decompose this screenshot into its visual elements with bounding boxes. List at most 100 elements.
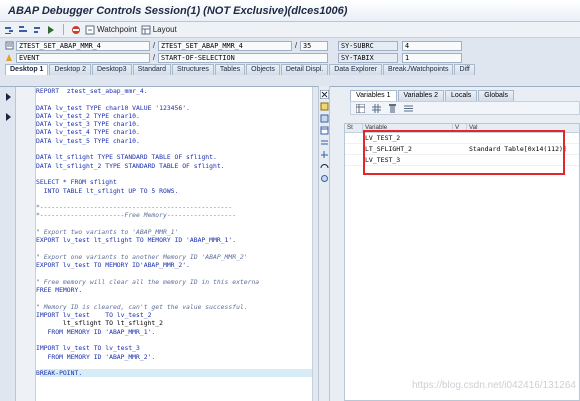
code-line[interactable]: 3DATA lv_test TYPE char10 VALUE '123456'… xyxy=(36,104,318,112)
code-line[interactable]: 11 xyxy=(40,170,318,178)
maximize-icon[interactable] xyxy=(320,126,329,135)
settings-icon[interactable] xyxy=(320,174,329,183)
variable-name: LV_TEST_2 xyxy=(365,134,401,142)
code-line[interactable]: 16*----------------------Free Memory----… xyxy=(36,211,318,219)
tab-structures[interactable]: Structures xyxy=(172,64,214,75)
variable-name: LV_TEST_3 xyxy=(365,156,401,164)
slash-separator: / xyxy=(152,53,156,62)
code-editor[interactable]: 1REPORT ztest_set_abap_mmr_4.23DATA lv_t… xyxy=(36,87,318,401)
swap-tool-icon[interactable] xyxy=(320,138,329,147)
code-line[interactable]: 15*-------------------------------------… xyxy=(36,203,318,211)
code-line[interactable]: 25FREE MEMORY. xyxy=(36,286,318,294)
variables-pane: Variables 1 Variables 2 Locals Globals S… xyxy=(330,86,580,401)
code-line[interactable]: 5DATA lv_test_3 TYPE char10. xyxy=(36,120,318,128)
code-line[interactable]: 28IMPORT lv_test TO lv_test_2 xyxy=(36,311,318,319)
code-line[interactable]: 17 xyxy=(40,220,318,228)
tab-variables-2[interactable]: Variables 2 xyxy=(397,90,445,101)
code-line[interactable]: 4DATA lv_test_2 TYPE char10. xyxy=(36,112,318,120)
stop-icon[interactable] xyxy=(71,25,81,35)
new-tool-icon[interactable] xyxy=(320,102,329,111)
tab-locals[interactable]: Locals xyxy=(445,90,478,101)
code-text: DATA lv_test TYPE char10 VALUE '123456'. xyxy=(36,103,190,112)
delete-icon[interactable] xyxy=(387,103,397,113)
code-line[interactable]: 35BREAK-POINT. xyxy=(36,369,318,378)
grid-icon[interactable] xyxy=(371,103,381,113)
code-line[interactable]: 7DATA lv_test_5 TYPE char10. xyxy=(36,137,318,145)
tab-objects[interactable]: Objects xyxy=(246,64,280,75)
event-type-field[interactable]: EVENT xyxy=(16,52,150,63)
code-line[interactable]: 29 lt_sflight TO lt_sflight_2 xyxy=(40,319,318,327)
code-line[interactable]: 21" Export one variants to another Memor… xyxy=(36,253,318,261)
code-line[interactable]: 13 INTO TABLE lt_sflight UP TO 5 ROWS. xyxy=(40,187,318,195)
code-line[interactable]: 19EXPORT lv_test lt_sflight TO MEMORY ID… xyxy=(36,236,318,244)
table-row[interactable]: LT_SFLIGHT_2 Standard Table[0x14(112)] xyxy=(345,144,579,155)
tab-standard[interactable]: Standard xyxy=(132,64,171,75)
tab-break-watchpoints[interactable]: Break./Watchpoints xyxy=(383,64,454,75)
layout-icon xyxy=(141,25,151,35)
main-program-field[interactable]: ZTEST_SET_ABAP_MMR_4 xyxy=(16,40,150,51)
close-tool-icon[interactable] xyxy=(319,89,329,100)
code-line[interactable]: 23 xyxy=(40,270,318,278)
code-line[interactable]: 2 xyxy=(40,95,318,103)
code-line[interactable]: 8 xyxy=(40,145,318,153)
replace-tool-icon[interactable] xyxy=(320,114,329,123)
tab-desktop-2[interactable]: Desktop 2 xyxy=(49,64,91,75)
event-name-field[interactable]: START-OF-SELECTION xyxy=(158,52,328,63)
tab-tables[interactable]: Tables xyxy=(214,64,246,75)
single-step-icon[interactable] xyxy=(4,25,14,35)
code-line[interactable]: 26 xyxy=(40,294,318,302)
sy-subrc-value[interactable]: 4 xyxy=(402,40,462,51)
code-line[interactable]: 34 xyxy=(40,361,318,369)
code-line[interactable]: 33 FROM MEMORY ID 'ABAP_MMR_2'. xyxy=(40,353,318,361)
slash-separator: / xyxy=(152,41,156,50)
list-icon[interactable] xyxy=(403,103,413,113)
layout-button[interactable]: Layout xyxy=(141,25,177,35)
code-line[interactable]: 12SELECT * FROM sflight xyxy=(36,178,318,186)
watchpoint-button[interactable]: Watchpoint xyxy=(85,25,137,35)
code-line[interactable]: 1REPORT ztest_set_abap_mmr_4. xyxy=(36,87,318,95)
continue-icon[interactable] xyxy=(46,25,56,35)
code-text: BREAK-POINT. xyxy=(36,369,83,378)
tab-globals[interactable]: Globals xyxy=(478,90,514,101)
table-row[interactable]: LV_TEST_3 xyxy=(345,155,579,166)
code-line[interactable]: 18" Export two variants to 'ABAP_MMR_1' xyxy=(36,228,318,236)
watchpoint-icon xyxy=(85,25,95,35)
col-variable[interactable]: Variable xyxy=(363,124,453,132)
table-view-icon[interactable] xyxy=(355,103,365,113)
code-line[interactable]: 10DATA lt_sflight_2 TYPE STANDARD TABLE … xyxy=(36,162,318,170)
execute-step-icon[interactable] xyxy=(18,25,28,35)
code-text: FROM MEMORY ID 'ABAP_MMR_2'. xyxy=(36,352,156,361)
tab-variables-1[interactable]: Variables 1 xyxy=(350,90,397,101)
code-text: DATA lt_sflight_2 TYPE STANDARD TABLE OF… xyxy=(36,161,225,170)
col-st[interactable]: St xyxy=(345,124,363,132)
code-line[interactable]: 9DATA lt_sflight TYPE STANDARD TABLE OF … xyxy=(36,153,318,161)
tab-diff[interactable]: Diff xyxy=(454,64,475,75)
code-line[interactable]: 27" Memory ID is cleared, can't get the … xyxy=(36,303,318,311)
tab-desktop-3[interactable]: Desktop3 xyxy=(92,64,132,75)
code-scrollbar[interactable] xyxy=(312,87,318,401)
code-line[interactable]: 31 xyxy=(40,336,318,344)
code-line[interactable]: 14 xyxy=(40,195,318,203)
tab-data-explorer[interactable]: Data Explorer xyxy=(329,64,383,75)
col-val[interactable]: Val xyxy=(467,124,579,132)
code-line[interactable]: 30 FROM MEMORY ID 'ABAP_MMR_1'. xyxy=(40,328,318,336)
event-icon xyxy=(4,53,14,63)
include-program-field[interactable]: ZTEST_SET_ABAP_MMR_4 xyxy=(158,40,292,51)
code-text: FREE MEMORY. xyxy=(36,286,83,295)
code-line[interactable]: 22EXPORT lv_test TO MEMORY ID'ABAP_MMR_2… xyxy=(36,261,318,269)
code-line[interactable]: 32IMPORT lv_test TO lv_test_3 xyxy=(36,344,318,352)
toolbar-separator xyxy=(63,24,64,35)
sy-tabix-value[interactable]: 1 xyxy=(402,52,462,63)
col-v[interactable]: V xyxy=(453,124,467,132)
tab-detail-displ[interactable]: Detail Displ. xyxy=(280,64,329,75)
return-icon[interactable] xyxy=(32,25,42,35)
breakpoint-gutter[interactable] xyxy=(16,87,36,401)
code-line[interactable]: 6DATA lv_test_4 TYPE char10. xyxy=(36,128,318,136)
tab-desktop-1[interactable]: Desktop 1 xyxy=(5,64,49,75)
services-icon[interactable] xyxy=(320,150,329,159)
code-line[interactable]: 24" Free memory will clear all the memor… xyxy=(36,278,318,286)
headphones-icon[interactable] xyxy=(320,162,329,171)
line-number-field[interactable]: 35 xyxy=(300,40,328,51)
table-row[interactable]: LV_TEST_2 xyxy=(345,133,579,144)
code-line[interactable]: 20 xyxy=(40,245,318,253)
